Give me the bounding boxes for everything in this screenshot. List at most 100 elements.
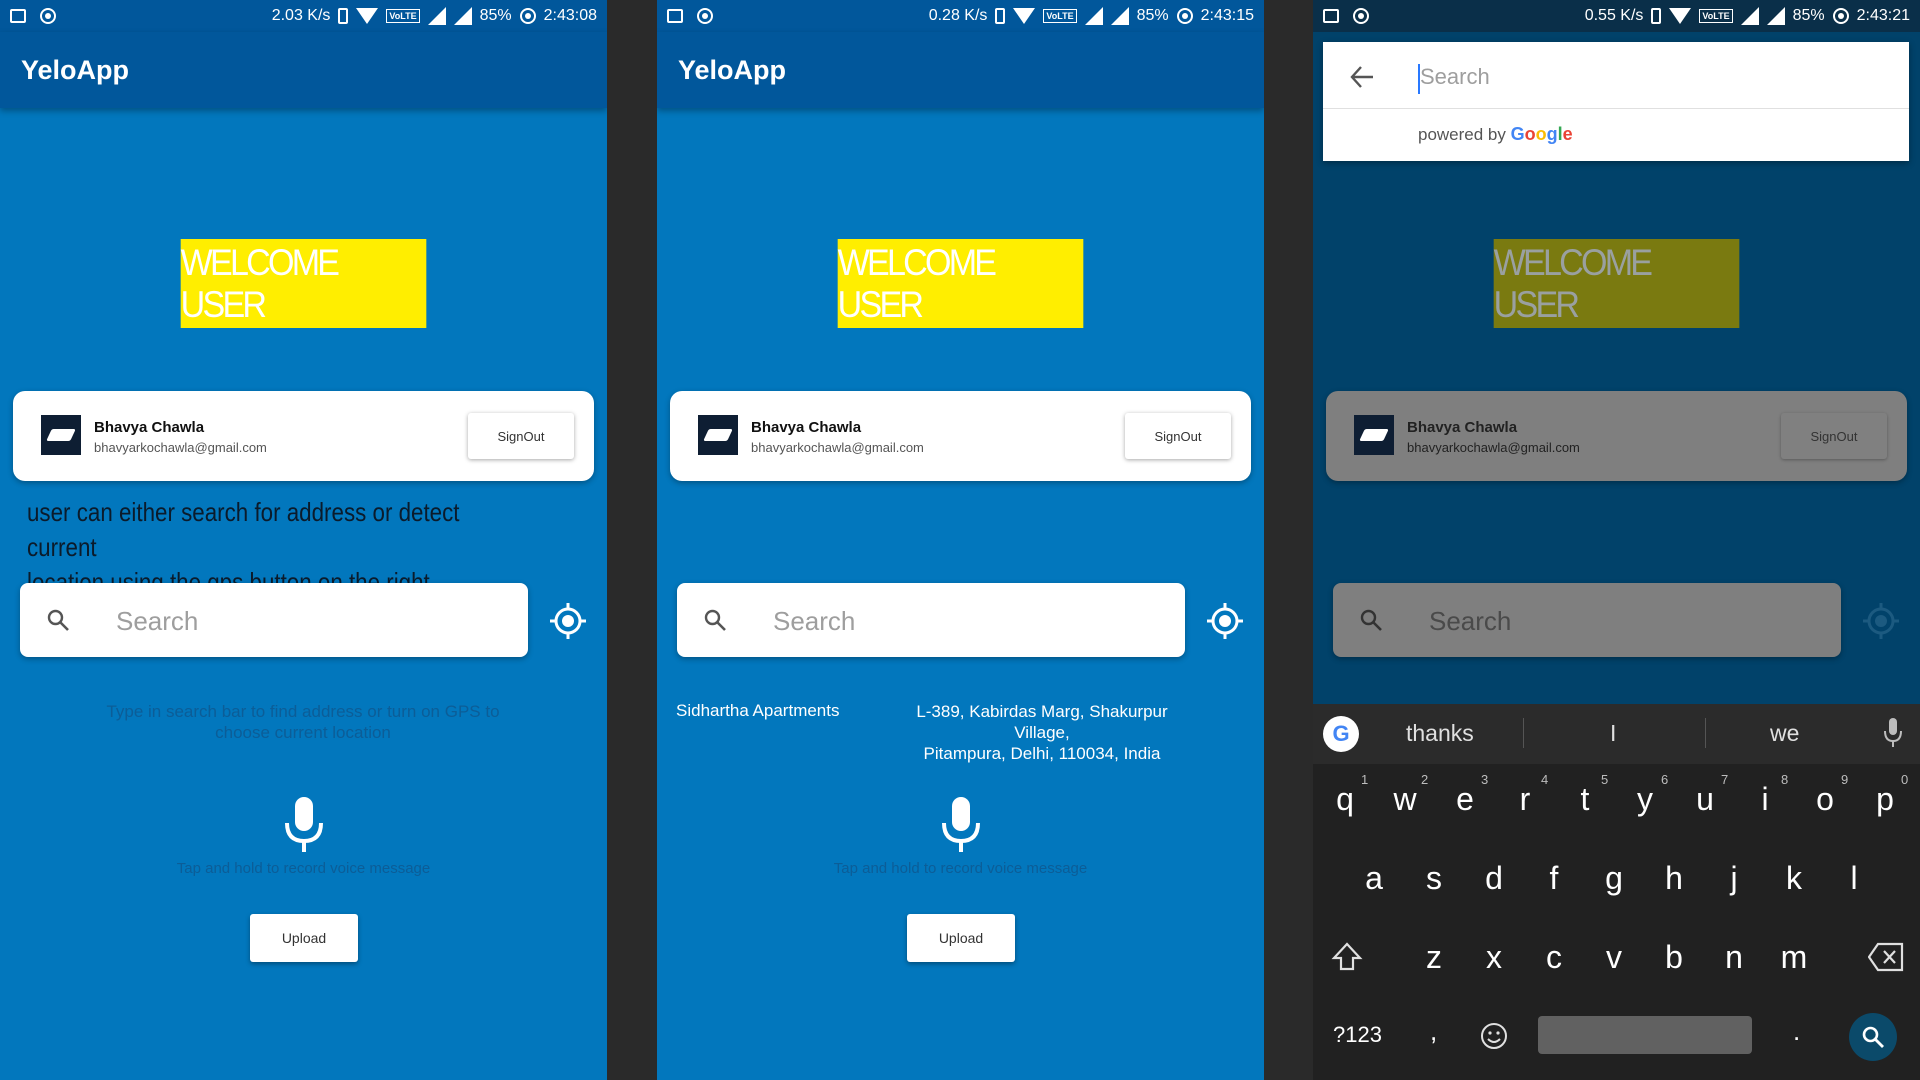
signout-button[interactable]: SignOut xyxy=(1781,413,1887,459)
search-input[interactable]: Search xyxy=(773,606,855,637)
search-bar[interactable]: Search xyxy=(20,583,528,657)
user-email: bhavyarkochawla@gmail.com xyxy=(94,440,267,455)
user-card: Bhavya Chawla bhavyarkochawla@gmail.com … xyxy=(13,391,594,481)
user-name: Bhavya Chawla xyxy=(1407,419,1518,436)
google-g-icon[interactable]: G xyxy=(1323,716,1359,752)
upload-button[interactable]: Upload xyxy=(907,914,1015,962)
user-card: Bhavya Chawla bhavyarkochawla@gmail.com … xyxy=(670,391,1251,481)
symbols-key[interactable]: ?123 xyxy=(1333,1022,1382,1048)
vibrate-icon xyxy=(1651,8,1662,24)
key-c[interactable]: c xyxy=(1524,922,1584,992)
back-arrow-icon[interactable] xyxy=(1349,64,1375,90)
divider xyxy=(1705,718,1706,748)
signal-icon xyxy=(1084,7,1103,25)
search-icon xyxy=(47,609,69,631)
key-hint-2: 2 xyxy=(1421,772,1429,787)
space-bar[interactable] xyxy=(1538,1016,1752,1054)
search-enter-key[interactable] xyxy=(1849,1013,1897,1061)
microphone-icon[interactable] xyxy=(283,797,325,853)
clock: 2:43:21 xyxy=(1856,7,1910,24)
gallery-notification-icon xyxy=(10,9,26,23)
hint-line-2: choose current location xyxy=(215,723,391,742)
key-g[interactable]: g xyxy=(1584,843,1644,913)
emoji-icon[interactable] xyxy=(1480,1022,1508,1050)
voice-hint: Tap and hold to record voice message xyxy=(833,860,1088,877)
wifi-icon xyxy=(1013,8,1036,24)
phone-screen-1: 2.03 K/s VoLTE 85% 2:43:08 YeloApp WELCO… xyxy=(0,0,607,1080)
avatar xyxy=(41,415,81,455)
shift-icon[interactable] xyxy=(1331,941,1363,973)
key-h[interactable]: h xyxy=(1644,843,1704,913)
key-hint-3: 3 xyxy=(1481,772,1489,787)
upload-button[interactable]: Upload xyxy=(250,914,358,962)
key-s[interactable]: s xyxy=(1404,843,1464,913)
key-v[interactable]: v xyxy=(1584,922,1644,992)
suggestion-1[interactable]: thanks xyxy=(1406,720,1474,747)
user-email: bhavyarkochawla@gmail.com xyxy=(1407,440,1580,455)
search-input[interactable]: Search xyxy=(116,606,198,637)
places-search-input[interactable]: Search xyxy=(1420,64,1490,90)
status-bar: 0.28 K/s VoLTE 85% 2:43:15 xyxy=(657,0,1264,32)
gps-locate-icon[interactable] xyxy=(548,601,588,641)
address-line-1: L-389, Kabirdas Marg, Shakurpur Village, xyxy=(916,702,1168,742)
vibrate-icon xyxy=(338,8,349,24)
wifi-icon xyxy=(356,8,379,24)
gps-locate-icon[interactable] xyxy=(1205,601,1245,641)
key-hint-9: 9 xyxy=(1841,772,1849,787)
battery-percent: 85% xyxy=(1792,7,1825,24)
data-saver-icon xyxy=(1832,8,1849,24)
hint-line-1: Type in search bar to find address or tu… xyxy=(106,702,500,721)
voice-hint: Tap and hold to record voice message xyxy=(176,860,431,877)
key-z[interactable]: z xyxy=(1404,922,1464,992)
powered-by-label: powered by xyxy=(1418,125,1506,144)
suggestion-3[interactable]: we xyxy=(1770,720,1799,747)
gps-locate-icon[interactable] xyxy=(1861,601,1901,641)
key-j[interactable]: j xyxy=(1704,843,1764,913)
key-d[interactable]: d xyxy=(1464,843,1524,913)
google-logo: Google xyxy=(1510,124,1573,144)
welcome-banner: WELCOME USER xyxy=(1493,239,1740,328)
data-saver-icon xyxy=(519,8,536,24)
key-hint-7: 7 xyxy=(1721,772,1729,787)
backspace-icon[interactable] xyxy=(1868,942,1904,972)
search-bar[interactable]: Search xyxy=(1333,583,1841,657)
key-f[interactable]: f xyxy=(1524,843,1584,913)
suggestion-2[interactable]: I xyxy=(1610,720,1616,747)
gallery-notification-icon xyxy=(1323,9,1339,23)
app-bar: YeloApp xyxy=(0,32,607,108)
signal-icon-2 xyxy=(453,7,472,25)
soft-keyboard: G thanks I we q w e r t y u i o p 1 2 3 … xyxy=(1313,704,1920,1080)
keyboard-mic-icon[interactable] xyxy=(1884,718,1902,748)
key-x[interactable]: x xyxy=(1464,922,1524,992)
result-address: L-389, Kabirdas Marg, Shakurpur Village,… xyxy=(887,701,1197,764)
record-notification-icon xyxy=(1353,8,1369,24)
signout-button[interactable]: SignOut xyxy=(1125,413,1231,459)
key-n[interactable]: n xyxy=(1704,922,1764,992)
signal-icon xyxy=(427,7,446,25)
caption-line-1: user can either search for address or de… xyxy=(27,497,460,562)
key-m[interactable]: m xyxy=(1764,922,1824,992)
signal-icon-2 xyxy=(1766,7,1785,25)
microphone-icon[interactable] xyxy=(940,797,982,853)
network-speed: 0.28 K/s xyxy=(928,7,988,24)
user-name: Bhavya Chawla xyxy=(94,419,205,436)
key-hint-0: 0 xyxy=(1901,772,1909,787)
key-b[interactable]: b xyxy=(1644,922,1704,992)
status-bar: 2.03 K/s VoLTE 85% 2:43:08 xyxy=(0,0,607,32)
key-a[interactable]: a xyxy=(1344,843,1404,913)
volte-badge: VoLTE xyxy=(1043,9,1077,23)
divider xyxy=(1523,718,1524,748)
search-icon xyxy=(704,609,726,631)
period-key[interactable]: . xyxy=(1793,1016,1800,1047)
signout-button[interactable]: SignOut xyxy=(468,413,574,459)
comma-key[interactable]: , xyxy=(1430,1016,1437,1047)
key-l[interactable]: l xyxy=(1824,843,1884,913)
search-input[interactable]: Search xyxy=(1429,606,1511,637)
key-k[interactable]: k xyxy=(1764,843,1824,913)
data-saver-icon xyxy=(1176,8,1193,24)
app-bar: YeloApp xyxy=(657,32,1264,108)
battery-percent: 85% xyxy=(1136,7,1169,24)
user-card: Bhavya Chawla bhavyarkochawla@gmail.com … xyxy=(1326,391,1907,481)
search-bar[interactable]: Search xyxy=(677,583,1185,657)
phone-screen-3: 0.55 K/s VoLTE 85% 2:43:21 Search powere… xyxy=(1313,0,1920,1080)
